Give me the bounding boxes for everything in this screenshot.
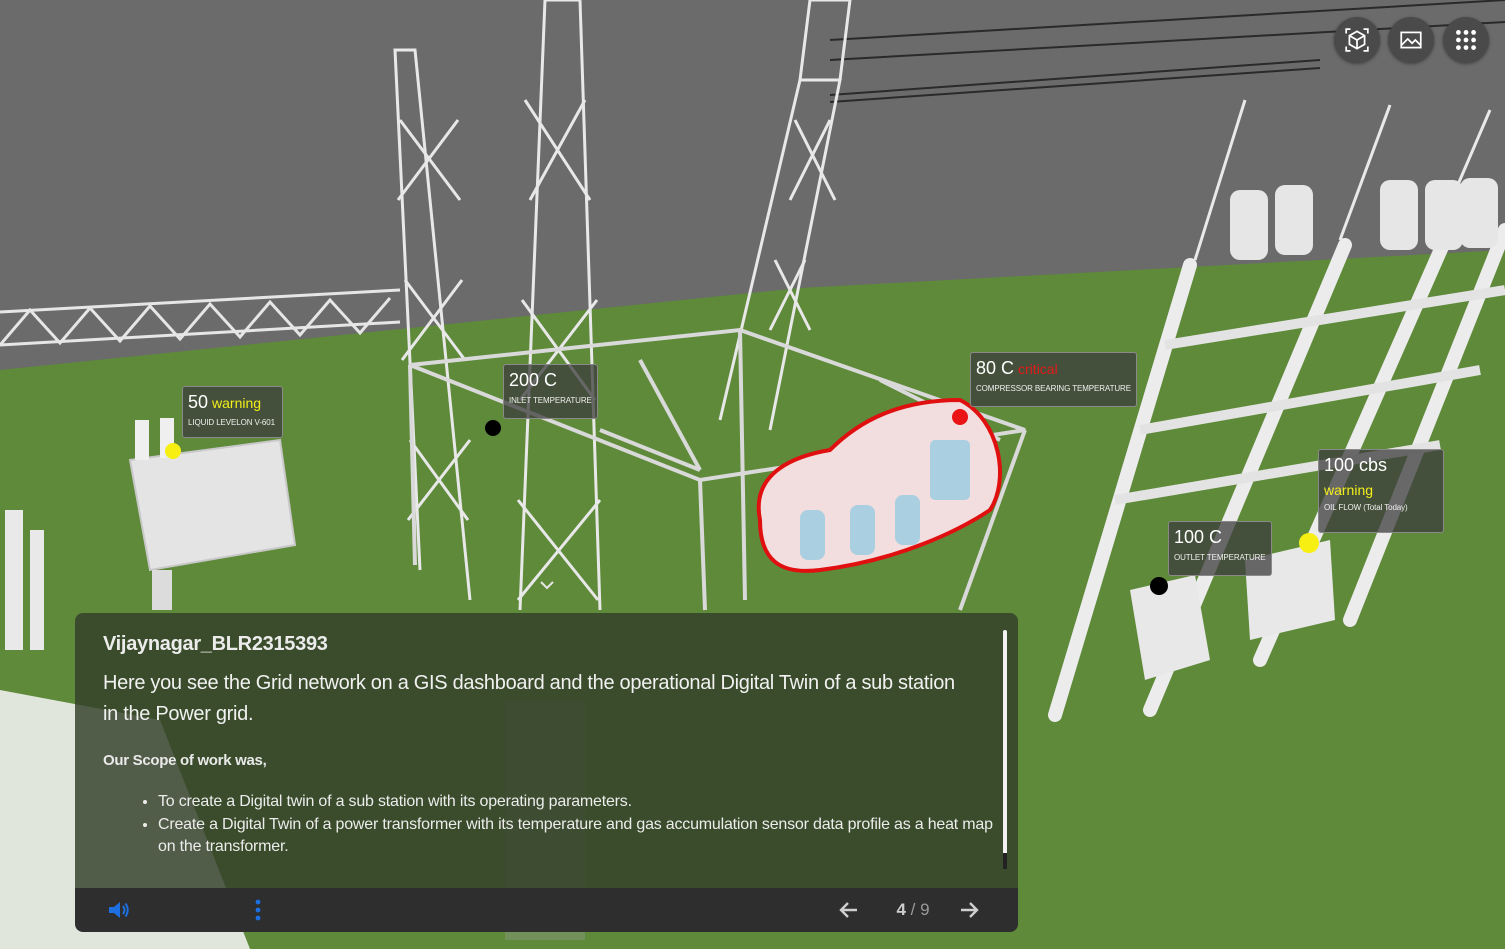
scope-list: To create a Digital twin of a sub statio…: [103, 791, 993, 859]
sensor-marker-compressor-bearing[interactable]: [952, 409, 968, 425]
sensor-marker-liquid-level[interactable]: [165, 443, 181, 459]
panel-description: Here you see the Grid network on a GIS d…: [103, 672, 955, 725]
scope-heading: Our Scope of work was,: [103, 752, 267, 769]
sensor-label: LIQUID LEVELON V-601: [188, 418, 275, 427]
apps-grid-icon: [1456, 30, 1476, 50]
speaker-icon[interactable]: [107, 899, 131, 921]
sensor-value: 100 cbs: [1324, 455, 1388, 475]
more-options-icon[interactable]: [253, 898, 263, 922]
sensor-value: 50: [188, 392, 209, 412]
sensor-tag-liquid-level[interactable]: 50 warning LIQUID LEVELON V-601: [182, 386, 283, 438]
list-item: Create a Digital Twin of a power transfo…: [158, 814, 998, 859]
current-page: 4: [896, 900, 906, 919]
arrow-left-icon[interactable]: [837, 898, 861, 922]
sensor-status: warning: [1324, 482, 1374, 498]
sensor-marker-inlet-temperature[interactable]: [485, 420, 501, 436]
panel-title: Vijaynagar_BLR2315393: [103, 633, 328, 655]
sensor-marker-oil-flow[interactable]: [1299, 533, 1319, 553]
3d-view-icon: [1345, 28, 1369, 52]
arrow-right-icon[interactable]: [957, 898, 981, 922]
sensor-tag-outlet-temperature[interactable]: 100 C OUTLET TEMPERATURE: [1168, 521, 1272, 576]
scrollbar-thumb-end: [1003, 853, 1007, 869]
sensor-status: warning: [212, 395, 262, 411]
sensor-tag-oil-flow[interactable]: 100 cbs warning OIL FLOW (Total Today): [1318, 449, 1444, 533]
info-panel: Vijaynagar_BLR2315393 Here you see the G…: [75, 613, 1018, 932]
sensor-marker-outlet-temperature[interactable]: [1150, 577, 1168, 595]
sensor-tag-inlet-temperature[interactable]: 200 C INLET TEMPERATURE: [503, 364, 598, 419]
3d-view-button[interactable]: [1334, 17, 1380, 63]
sensor-label: INLET TEMPERATURE: [509, 396, 592, 405]
sensor-value: 200 C: [509, 370, 558, 390]
sensor-label: OUTLET TEMPERATURE: [1174, 553, 1266, 562]
image-gallery-button[interactable]: [1388, 17, 1434, 63]
sensor-value: 100 C: [1174, 527, 1223, 547]
sensor-status: critical: [1018, 361, 1058, 377]
apps-menu-button[interactable]: [1443, 17, 1489, 63]
sensor-label: OIL FLOW (Total Today): [1324, 503, 1408, 512]
total-pages: / 9: [910, 900, 930, 919]
sensor-value: 80 C: [976, 358, 1015, 378]
info-panel-body[interactable]: Vijaynagar_BLR2315393 Here you see the G…: [75, 613, 1018, 888]
scrollbar[interactable]: [1003, 630, 1007, 868]
sensor-label: COMPRESSOR BEARING TEMPERATURE: [976, 384, 1131, 393]
chevron-down-icon[interactable]: [538, 578, 556, 592]
sensor-tag-compressor-bearing[interactable]: 80 Ccritical COMPRESSOR BEARING TEMPERAT…: [970, 352, 1137, 407]
page-counter: 4 / 9: [883, 900, 943, 920]
image-gallery-icon: [1400, 31, 1422, 49]
list-item: To create a Digital twin of a sub statio…: [158, 791, 998, 814]
panel-footer: 4 / 9: [75, 888, 1018, 932]
